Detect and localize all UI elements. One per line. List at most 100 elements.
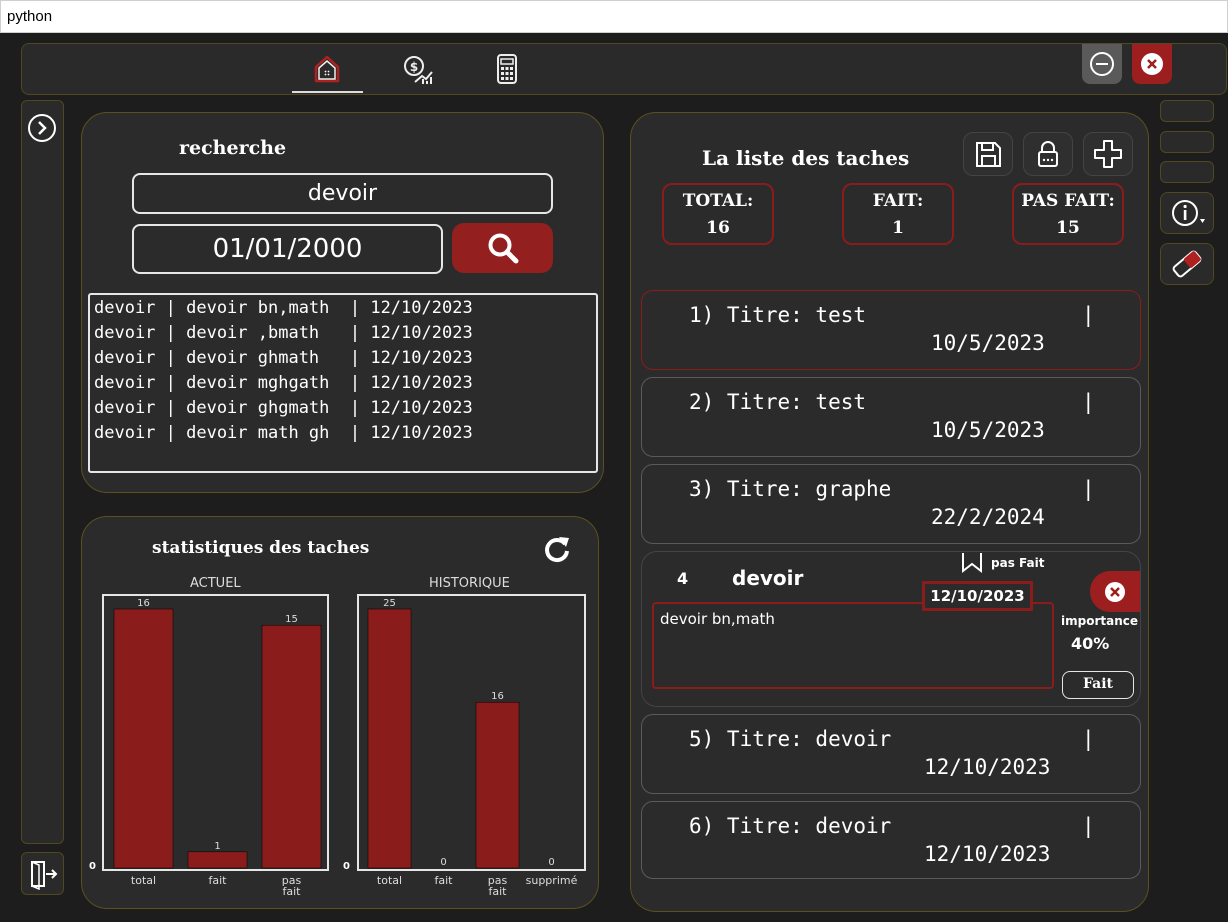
list-item[interactable]: devoir | devoir ghgmath | 12/10/2023 [94,396,592,421]
chart-tick-label: total [130,874,157,887]
window-title: python [7,8,53,25]
done-value: 1 [892,218,904,238]
left-sidebar [21,100,64,844]
todo-label: PAS FAIT: [1021,191,1115,211]
list-item[interactable]: devoir | devoir math gh | 12/10/2023 [94,421,592,446]
lock-icon [1038,141,1058,167]
rail-slot [1160,100,1214,122]
list-item[interactable]: devoir | devoir ghmath | 12/10/2023 [94,346,592,371]
task-item[interactable]: 5) Titre: devoir | 12/10/2023 [641,714,1141,794]
lock-button[interactable] [1023,132,1073,176]
task-item[interactable]: 2) Titre: test | 10/5/2023 [641,377,1141,457]
chart-historique: 25 0 16 0 [357,594,586,871]
chart-bar [475,701,520,869]
task-list-heading: La liste des taches [702,146,910,170]
nav-finance-button[interactable]: $ [397,50,437,88]
importance-value: 40% [1071,634,1110,653]
logout-icon [30,860,57,890]
sidebar-expand-button[interactable] [26,112,58,144]
logout-button[interactable] [21,852,64,895]
eraser-icon [1172,250,1202,278]
mark-done-button[interactable]: Fait [1062,671,1134,699]
add-task-button[interactable] [1083,132,1133,176]
task-separator: | [1082,390,1095,414]
chart-tick-label: supprimé [525,874,578,887]
eraser-button[interactable] [1160,243,1214,285]
task-status: pas Fait [991,556,1045,570]
stats-heading: statistiques des taches [152,538,370,558]
chart-actuel: 16 1 15 [102,594,329,871]
chart-axis-zero-label: 0 [89,861,96,872]
save-icon [976,142,1001,167]
chart-bar [113,608,174,869]
task-title: 3) Titre: graphe [689,477,892,501]
task-separator: | [1082,814,1095,838]
task-separator: | [1082,303,1095,327]
task-date: 10/5/2023 [931,418,1045,442]
chart-tick-label: fait [208,874,227,887]
task-separator: | [1082,477,1095,501]
chart-tick-label: pas fait [281,874,302,898]
search-icon [488,233,518,264]
finance-icon: $ [404,56,433,84]
task-separator: | [1082,727,1095,751]
todo-value: 15 [1056,218,1080,238]
chart-data-label: 0 [548,857,554,868]
chevron-right-icon [28,114,56,142]
chart-title-historique: HISTORIQUE [429,576,510,591]
total-value: 16 [706,218,730,238]
chart-actuel-svg: 16 1 15 [113,598,322,869]
nav-calculator-button[interactable] [487,50,527,88]
search-input[interactable]: devoir [132,173,553,214]
task-item-expanded[interactable]: 4 devoir pas Fait devoir bn,math 12/10/2… [641,551,1141,707]
task-title: 6) Titre: devoir [689,814,892,838]
close-icon [1105,581,1125,602]
top-nav-bar [21,43,1227,95]
rail-slot [1160,131,1214,153]
date-input[interactable]: 01/01/2000 [132,224,443,274]
task-date: 22/2/2024 [931,505,1045,529]
done-stat: FAIT: 1 [842,183,954,245]
bookmark-icon[interactable] [960,552,984,574]
task-item[interactable]: 6) Titre: devoir | 12/10/2023 [641,801,1141,879]
chart-data-label: 1 [214,841,220,852]
list-item[interactable]: devoir | devoir bn,math | 12/10/2023 [94,296,592,321]
task-description-field[interactable]: devoir bn,math [652,602,1054,689]
task-item[interactable]: 3) Titre: graphe | 22/2/2024 [641,464,1141,544]
close-button[interactable] [1132,44,1172,84]
chart-data-label: 0 [440,857,446,868]
task-title: 5) Titre: devoir [689,727,892,751]
task-title: 1) Titre: test [689,303,867,327]
rail-slot [1160,161,1214,183]
calculator-icon [497,54,517,84]
chart-tick-label: fait [434,874,453,887]
window-titlebar: python [0,0,1228,33]
chart-bar [261,624,322,869]
chart-data-label: 25 [383,598,396,609]
task-item[interactable]: 1) Titre: test | 10/5/2023 [641,290,1141,370]
chart-data-label: 16 [137,598,150,609]
minimize-button[interactable] [1082,44,1122,84]
list-item[interactable]: devoir | devoir ,bmath | 12/10/2023 [94,321,592,346]
task-date-field[interactable]: 12/10/2023 [922,581,1033,611]
task-title: devoir [732,566,804,590]
svg-text:$: $ [410,60,418,74]
refresh-button[interactable] [540,532,574,566]
total-label: TOTAL: [682,191,754,211]
refresh-icon [545,537,569,563]
search-results-list[interactable]: devoir | devoir bn,math | 12/10/2023 dev… [88,293,598,473]
search-button[interactable] [452,223,553,273]
importance-label: importance [1061,614,1138,628]
list-item[interactable]: devoir | devoir mghgath | 12/10/2023 [94,371,592,396]
info-button[interactable] [1160,192,1214,234]
chart-bar [367,608,412,869]
chart-tick-label: total [376,874,403,887]
home-icon [314,55,340,83]
save-button[interactable] [963,132,1013,176]
chart-data-label: 15 [285,614,298,625]
nav-home-button[interactable] [307,50,347,88]
chart-historique-svg: 25 0 16 0 [367,598,555,869]
task-title: 2) Titre: test [689,390,867,414]
delete-task-button[interactable] [1090,571,1140,612]
chart-bar [187,851,248,869]
